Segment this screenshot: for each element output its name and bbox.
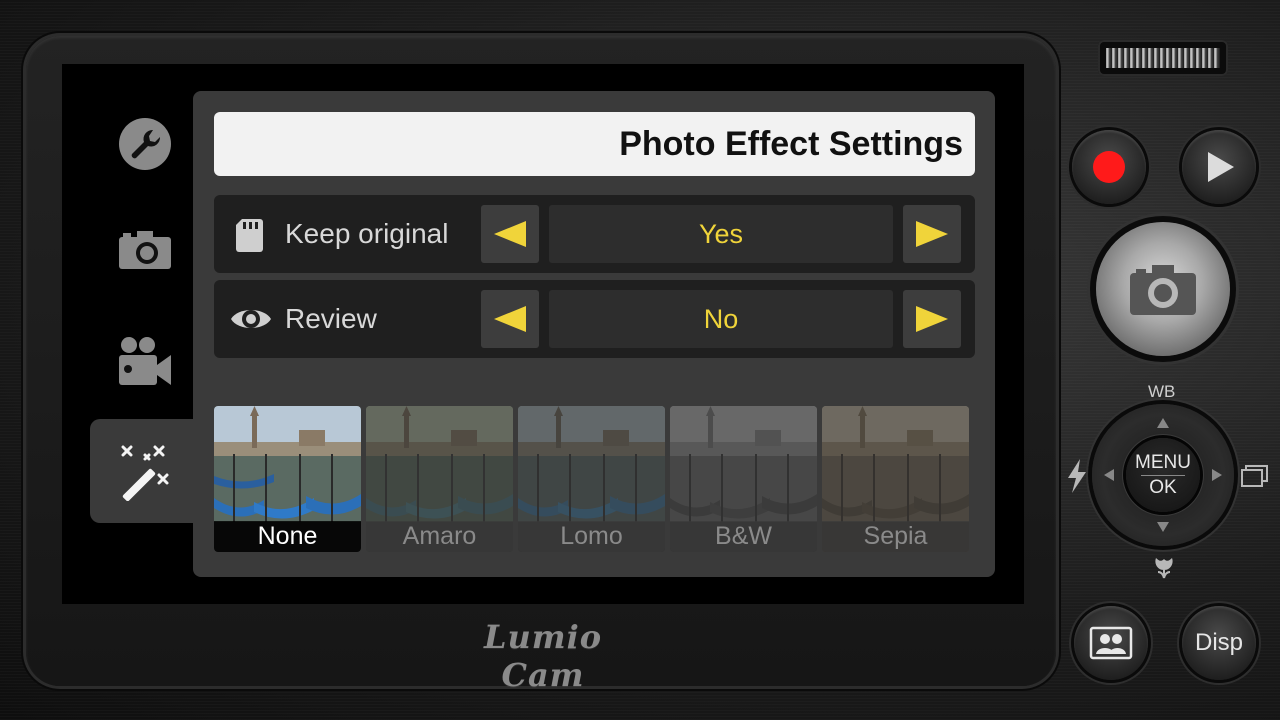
eye-icon <box>231 310 271 328</box>
playback-button[interactable] <box>1182 130 1256 204</box>
disp-label: Disp <box>1194 629 1243 656</box>
setting-row-keep-original: Keep original Yes <box>214 195 975 273</box>
effect-label: Amaro <box>366 521 513 552</box>
record-icon <box>1093 151 1125 183</box>
setting-row-review: Review No <box>214 280 975 358</box>
tab-effects[interactable] <box>90 419 200 523</box>
face-detection-button[interactable] <box>1074 606 1148 680</box>
panel-title: Photo Effect Settings <box>214 112 975 176</box>
tab-photo[interactable] <box>100 204 190 294</box>
effect-lomo[interactable]: Lomo <box>518 406 665 552</box>
shutter-button[interactable] <box>1096 222 1230 356</box>
effect-none[interactable]: None <box>214 406 361 552</box>
right-arrow-icon <box>916 221 948 247</box>
effect-bw[interactable]: B&W <box>670 406 817 552</box>
setting-value: No <box>549 290 893 348</box>
wrench-icon <box>119 118 171 170</box>
dial-right-button[interactable] <box>1212 469 1222 481</box>
camera-icon <box>1130 265 1196 315</box>
effect-label: None <box>214 521 361 552</box>
effect-label: Sepia <box>822 521 969 552</box>
previous-value-button[interactable] <box>481 205 539 263</box>
next-value-button[interactable] <box>903 290 961 348</box>
flash-icon <box>1068 459 1086 493</box>
dial-down-button[interactable] <box>1157 522 1169 532</box>
right-arrow-icon <box>916 306 948 332</box>
speaker-grille-pattern <box>1106 48 1220 68</box>
left-arrow-icon <box>494 221 526 247</box>
brand-logo: Lumio Cam <box>483 618 603 694</box>
camera-icon <box>119 231 171 269</box>
tab-video[interactable] <box>100 317 190 407</box>
video-camera-icon <box>119 337 171 385</box>
previous-value-button[interactable] <box>481 290 539 348</box>
dial-left-button[interactable] <box>1104 469 1114 481</box>
face-detection-icon <box>1089 626 1133 660</box>
setting-label: Review <box>285 303 377 334</box>
ok-label: OK <box>1149 476 1177 498</box>
record-button[interactable] <box>1072 130 1146 204</box>
sd-card-icon <box>236 219 263 252</box>
left-arrow-icon <box>494 306 526 332</box>
dial-up-button[interactable] <box>1157 418 1169 428</box>
effect-amaro[interactable]: Amaro <box>366 406 513 552</box>
effect-sepia[interactable]: Sepia <box>822 406 969 552</box>
speaker-grille <box>1098 40 1228 76</box>
setting-value: Yes <box>549 205 893 263</box>
menu-ok-button[interactable]: MENU OK <box>1126 438 1200 512</box>
setting-label: Keep original <box>285 218 449 249</box>
tab-settings[interactable] <box>100 99 190 189</box>
effect-label: Lomo <box>518 521 665 552</box>
menu-label: MENU <box>1135 451 1191 473</box>
wb-label: WB <box>1148 382 1176 401</box>
macro-flower-icon <box>1155 558 1173 579</box>
play-icon <box>1208 152 1234 182</box>
disp-button[interactable]: Disp <box>1182 606 1256 680</box>
next-value-button[interactable] <box>903 205 961 263</box>
continuous-shot-icon <box>1241 465 1268 487</box>
effect-label: B&W <box>670 521 817 552</box>
magic-wand-icon <box>121 445 169 501</box>
